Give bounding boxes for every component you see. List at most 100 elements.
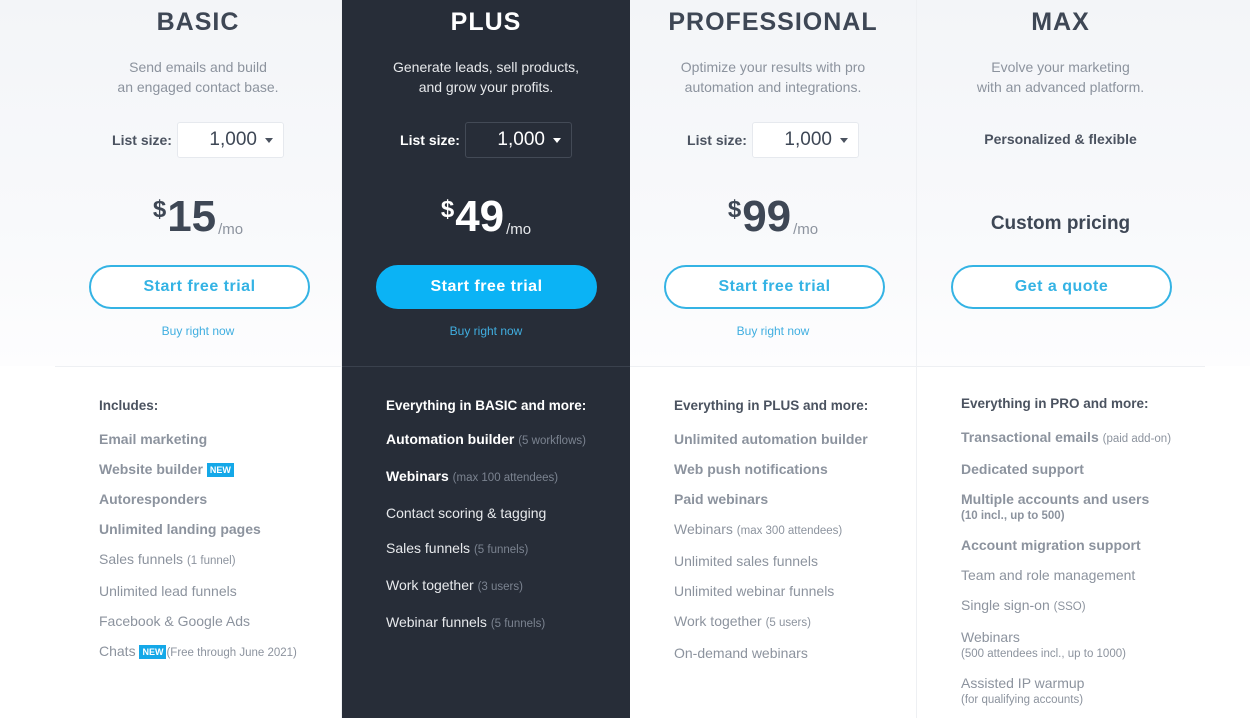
feature-text: Website builder bbox=[99, 461, 203, 477]
features-heading: Everything in BASIC and more: bbox=[386, 398, 587, 413]
custom-pricing-label: Custom pricing bbox=[990, 213, 1131, 234]
feature-text: Webinars bbox=[386, 468, 449, 484]
get-a-quote-button[interactable]: Get a quote bbox=[951, 265, 1172, 309]
feature-subnote: (for qualifying accounts) bbox=[961, 694, 1084, 706]
price-period: /mo bbox=[218, 221, 244, 238]
list-size-select[interactable]: 1,000 bbox=[751, 122, 859, 158]
price-currency: $ bbox=[152, 196, 167, 223]
price-period: /mo bbox=[793, 221, 819, 238]
description-line: Send emails and build bbox=[129, 59, 267, 75]
price-currency: $ bbox=[727, 196, 742, 223]
list-size-label: List size: bbox=[400, 132, 460, 148]
list-size-label: List size: bbox=[112, 132, 172, 148]
price-amount: 49 bbox=[455, 192, 505, 241]
feature-text: Account migration support bbox=[961, 537, 1141, 553]
feature-note: (5 users) bbox=[765, 617, 811, 629]
feature-item: Chats NEW (Free through June 2021) bbox=[99, 642, 331, 662]
feature-list: Everything in BASIC and more: Automation… bbox=[386, 398, 620, 650]
buy-right-now-link[interactable]: Buy right now bbox=[342, 324, 630, 338]
plan-name: MAX bbox=[1031, 8, 1090, 36]
feature-list: Everything in PRO and more: Transactiona… bbox=[961, 396, 1194, 718]
price: $ 49 /mo bbox=[342, 193, 630, 241]
feature-text: Assisted IP warmup bbox=[961, 675, 1085, 691]
feature-item: Team and role management bbox=[961, 566, 1194, 584]
feature-text: Work together bbox=[674, 613, 762, 629]
feature-text: Sales funnels bbox=[99, 551, 184, 567]
feature-subnote: (500 attendees incl., up to 1000) bbox=[961, 648, 1126, 660]
price-period: /mo bbox=[506, 221, 532, 238]
start-free-trial-button[interactable]: Start free trial bbox=[664, 265, 885, 309]
feature-text: Chats bbox=[99, 643, 136, 659]
plan-description: Send emails and build an engaged contact… bbox=[55, 57, 341, 97]
plan-max: MAX Evolve your marketing with an advanc… bbox=[917, 0, 1204, 718]
plan-name: PROFESSIONAL bbox=[668, 8, 878, 36]
description-line: automation and integrations. bbox=[684, 79, 862, 95]
start-free-trial-button[interactable]: Start free trial bbox=[89, 265, 310, 309]
list-size-label: List size: bbox=[687, 132, 747, 148]
feature-text: Team and role management bbox=[961, 567, 1136, 583]
features-heading: Everything in PLUS and more: bbox=[674, 398, 869, 413]
price-amount: 15 bbox=[167, 192, 217, 241]
feature-text: Webinars bbox=[961, 629, 1020, 645]
plan-description: Optimize your results with pro automatio… bbox=[630, 57, 916, 97]
plan-name: PLUS bbox=[450, 8, 522, 36]
feature-item: Webinar funnels (5 funnels) bbox=[386, 613, 620, 633]
feature-text: Web push notifications bbox=[674, 461, 828, 477]
feature-subnote: (10 incl., up to 500) bbox=[961, 510, 1065, 522]
feature-text: Single sign-on bbox=[961, 597, 1050, 613]
buy-right-now-link[interactable]: Buy right now bbox=[55, 324, 341, 338]
feature-note: (5 workflows) bbox=[518, 435, 586, 447]
feature-text: Transactional emails bbox=[961, 429, 1099, 445]
feature-text: Unlimited automation builder bbox=[674, 431, 868, 447]
feature-text: Email marketing bbox=[99, 431, 208, 447]
chevron-down-icon bbox=[264, 137, 273, 143]
feature-item: Work together (5 users) bbox=[674, 612, 906, 632]
feature-item: Unlimited webinar funnels bbox=[674, 582, 906, 600]
feature-item: Unlimited sales funnels bbox=[674, 552, 906, 570]
feature-note: (paid add-on) bbox=[1102, 433, 1172, 445]
feature-text: Autoresponders bbox=[99, 491, 208, 507]
feature-text: Automation builder bbox=[386, 431, 515, 447]
price-amount: 99 bbox=[742, 192, 792, 241]
feature-item: Unlimited landing pages bbox=[99, 520, 331, 538]
feature-text: Unlimited webinar funnels bbox=[674, 583, 835, 599]
description-line: Optimize your results with pro bbox=[680, 59, 866, 75]
feature-text: Facebook & Google Ads bbox=[99, 613, 250, 629]
feature-note: (SSO) bbox=[1053, 601, 1086, 613]
list-size-value: 1,000 bbox=[497, 129, 545, 150]
new-badge: NEW bbox=[139, 645, 167, 659]
list-size-select[interactable]: 1,000 bbox=[464, 122, 572, 158]
description-line: an engaged contact base. bbox=[117, 79, 279, 95]
feature-item: Unlimited lead funnels bbox=[99, 582, 331, 600]
feature-list: Everything in PLUS and more: Unlimited a… bbox=[674, 398, 906, 674]
feature-item: Facebook & Google Ads bbox=[99, 612, 331, 630]
feature-item: Assisted IP warmup (for qualifying accoun… bbox=[961, 674, 1194, 708]
buy-right-now-link[interactable]: Buy right now bbox=[630, 324, 916, 338]
feature-item: Automation builder (5 workflows) bbox=[386, 430, 620, 450]
description-line: Generate leads, sell products, bbox=[393, 59, 579, 75]
feature-note: (5 funnels) bbox=[490, 618, 546, 630]
feature-item: Dedicated support bbox=[961, 460, 1194, 478]
plan-description: Evolve your marketing with an advanced p… bbox=[917, 57, 1204, 97]
list-size-row: List size: 1,000 bbox=[342, 122, 630, 158]
feature-item: Sales funnels (1 funnel) bbox=[99, 550, 331, 570]
feature-list: Includes: Email marketing Website builder… bbox=[99, 398, 331, 674]
feature-item: Account migration support bbox=[961, 536, 1194, 554]
list-size-row: List size: 1,000 bbox=[630, 122, 916, 158]
plan-basic: BASIC Send emails and build an engaged c… bbox=[55, 0, 342, 718]
feature-item: Transactional emails (paid add-on) bbox=[961, 428, 1194, 448]
feature-note: (max 300 attendees) bbox=[736, 525, 843, 537]
price: $ 15 /mo bbox=[55, 193, 341, 241]
pricing-plans: BASIC Send emails and build an engaged c… bbox=[55, 0, 1205, 718]
feature-item: Webinars (500 attendees incl., up to 1000… bbox=[961, 628, 1194, 662]
feature-text: Work together bbox=[386, 577, 474, 593]
chevron-down-icon bbox=[552, 137, 561, 143]
feature-text: Webinar funnels bbox=[386, 614, 487, 630]
features-heading: Includes: bbox=[99, 398, 159, 413]
feature-text: Unlimited landing pages bbox=[99, 521, 261, 537]
feature-item: Paid webinars bbox=[674, 490, 906, 508]
start-free-trial-button[interactable]: Start free trial bbox=[376, 265, 597, 309]
feature-text: Unlimited lead funnels bbox=[99, 583, 237, 599]
feature-item: Email marketing bbox=[99, 430, 331, 448]
list-size-select[interactable]: 1,000 bbox=[176, 122, 284, 158]
